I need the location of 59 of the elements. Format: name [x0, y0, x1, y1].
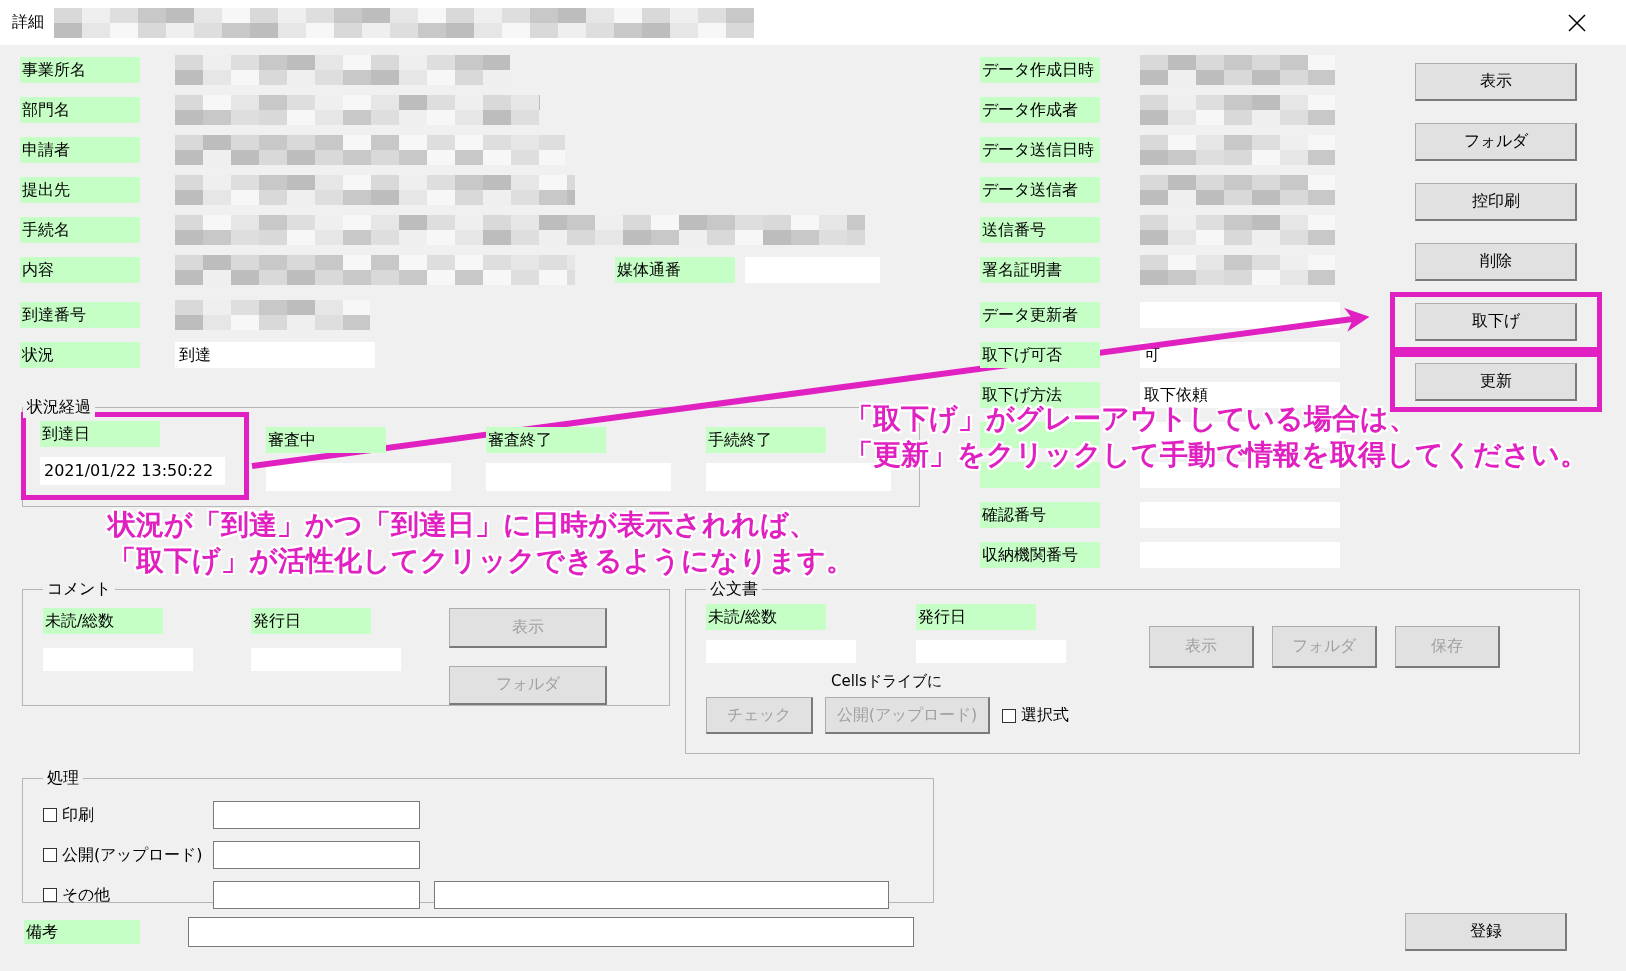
text-field[interactable]	[1140, 302, 1340, 328]
field-label: 送信番号	[980, 217, 1100, 243]
close-icon[interactable]	[1568, 13, 1586, 32]
field-label: 手続終了	[706, 427, 826, 453]
annotation-text: 「更新」をクリックして手動で情報を取得してください。	[845, 440, 1588, 470]
field-label: 審査中	[266, 427, 386, 453]
checkbox[interactable]	[43, 808, 57, 822]
checkbox[interactable]	[43, 888, 57, 902]
field-label: 提出先	[20, 177, 140, 203]
field-label: 発行日	[251, 608, 371, 634]
checkbox-label: 選択式	[1021, 705, 1069, 726]
text-field[interactable]	[188, 917, 914, 947]
field-label: 状況	[20, 342, 140, 368]
action-button[interactable]: 更新	[1415, 363, 1577, 401]
field-label: 未読/総数	[706, 604, 826, 630]
field-label: データ送信日時	[980, 137, 1100, 163]
checkbox-label: その他	[62, 884, 110, 906]
field-label: 備考	[24, 920, 140, 944]
field-label: 審査終了	[486, 427, 606, 453]
checkbox-label: 公開(アップロード)	[62, 844, 203, 866]
action-button[interactable]: 削除	[1415, 243, 1577, 281]
text-field[interactable]	[213, 881, 420, 909]
text-field[interactable]: 到達	[175, 342, 375, 368]
field-label: 発行日	[916, 604, 1036, 630]
field-label: 内容	[20, 257, 140, 283]
text-field[interactable]	[213, 801, 420, 829]
section-label: Cellsドライブに	[831, 672, 943, 691]
field-label: 到達日	[40, 421, 160, 447]
annotation-text: 「取下げ」が活性化してクリックできるようになります。	[108, 546, 854, 576]
text-field[interactable]: 2021/01/22 13:50:22	[40, 457, 225, 485]
field-label: 事業所名	[20, 57, 140, 83]
field-label: 申請者	[20, 137, 140, 163]
field-label: 確認番号	[980, 502, 1100, 528]
text-field[interactable]	[266, 463, 451, 491]
text-field[interactable]	[434, 881, 889, 909]
checkbox-label: 印刷	[62, 804, 94, 826]
field-label: 到達番号	[20, 302, 140, 328]
checkbox[interactable]	[43, 848, 57, 862]
group-title: 状況経過	[23, 397, 95, 418]
action-button[interactable]: フォルダ	[1415, 123, 1577, 161]
field-label: データ更新者	[980, 302, 1100, 328]
action-button[interactable]: 取下げ	[1415, 303, 1577, 341]
field-label: 収納機関番号	[980, 542, 1100, 568]
field-label: 媒体通番	[615, 257, 735, 283]
annotation-text: 状況が「到達」かつ「到達日」に日時が表示されれば、	[108, 510, 817, 540]
field-label: 署名証明書	[980, 257, 1100, 283]
text-field[interactable]	[213, 841, 420, 869]
checkbox[interactable]	[1002, 708, 1016, 723]
window-title: 詳細	[12, 12, 44, 33]
register-button[interactable]: 登録	[1405, 913, 1567, 951]
field-label: 取下げ可否	[980, 342, 1100, 368]
field-label: 手続名	[20, 217, 140, 243]
field-label: データ送信者	[980, 177, 1100, 203]
field-label: データ作成者	[980, 97, 1100, 123]
action-button[interactable]: 控印刷	[1415, 183, 1577, 221]
field-label: データ作成日時	[980, 57, 1100, 83]
field-label: 未読/総数	[43, 608, 163, 634]
field-label: 部門名	[20, 97, 140, 123]
action-button[interactable]: 表示	[1415, 63, 1577, 101]
